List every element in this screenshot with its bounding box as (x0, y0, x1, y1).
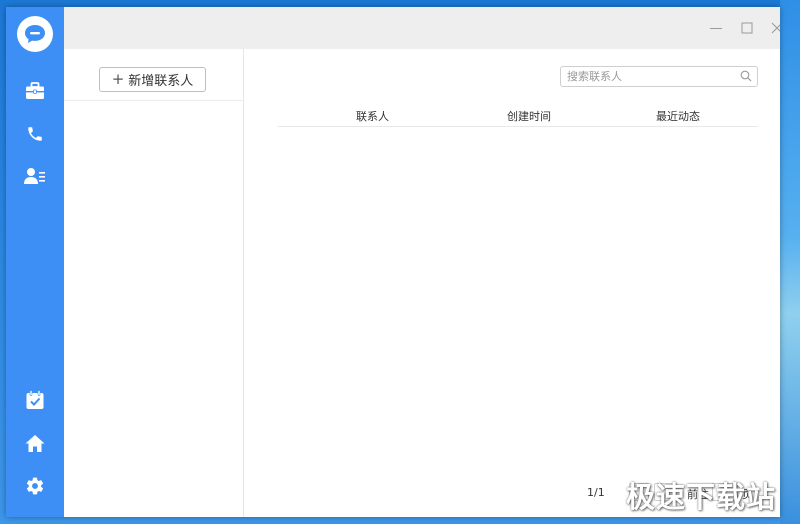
search-input[interactable] (567, 68, 727, 85)
app-window: + 新增联系人 联系人 创建时间 最近动态 1/1 前往 页 (6, 7, 780, 517)
page-indicator: 1/1 (587, 486, 605, 499)
search-icon[interactable] (740, 70, 752, 82)
column-header-created-time[interactable]: 创建时间 (507, 108, 551, 124)
maximize-button[interactable] (739, 20, 755, 36)
maximize-icon (741, 22, 753, 34)
briefcase-icon (26, 82, 44, 99)
contact-list-area: 联系人 创建时间 最近动态 1/1 前往 页 (244, 49, 780, 517)
column-header-contact[interactable]: 联系人 (356, 108, 389, 124)
plus-icon: + (111, 70, 125, 88)
minimize-button[interactable] (708, 20, 724, 36)
sidebar-item-contacts[interactable] (6, 159, 64, 193)
close-button[interactable] (769, 20, 780, 36)
table-header: 联系人 创建时间 最近动态 (278, 102, 758, 127)
search-box (560, 66, 758, 87)
phone-icon (28, 127, 42, 141)
gear-icon (26, 477, 44, 495)
home-icon (25, 434, 45, 452)
desktop-background (780, 0, 800, 524)
panel-divider (64, 100, 243, 101)
chat-bubble-icon (25, 25, 45, 43)
add-contact-button[interactable]: + 新增联系人 (99, 67, 206, 92)
app-logo[interactable] (17, 16, 53, 52)
sidebar-item-workbench[interactable] (6, 74, 64, 108)
title-bar (64, 7, 780, 49)
calendar-check-icon (26, 390, 44, 409)
add-contact-label: 新增联系人 (128, 74, 194, 89)
close-icon (771, 22, 780, 34)
sidebar (6, 7, 64, 517)
sidebar-item-home[interactable] (6, 426, 64, 460)
minimize-icon (710, 28, 722, 29)
watermark-text: 极速下载站 (626, 480, 777, 514)
contacts-card-icon (24, 168, 45, 184)
contact-group-panel: + 新增联系人 (64, 49, 244, 517)
column-header-recent-activity[interactable]: 最近动态 (656, 108, 700, 124)
sidebar-item-schedule[interactable] (6, 383, 64, 417)
sidebar-item-settings[interactable] (6, 469, 64, 503)
sidebar-item-calls[interactable] (6, 117, 64, 151)
